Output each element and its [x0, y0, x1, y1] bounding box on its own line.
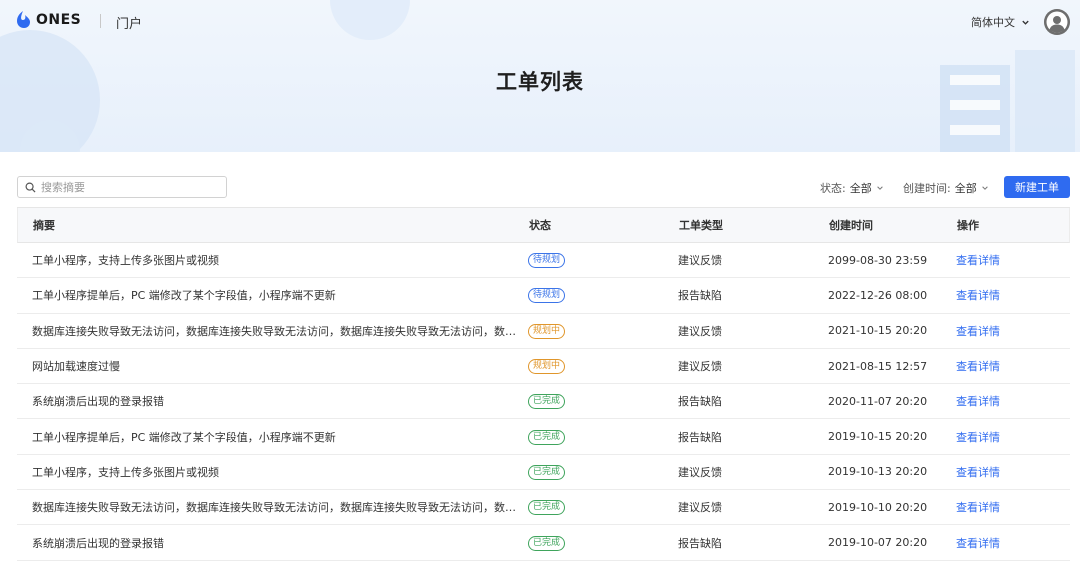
ticket-summary[interactable]: 工单小程序提单后，PC 端修改了某个字段值，小程序端不更新 — [32, 287, 517, 303]
table-body: 工单小程序，支持上传多张图片或视频 待规划 建议反馈 2099-08-30 23:59… — [17, 243, 1070, 561]
ticket-summary[interactable]: 数据库连接失败导致无法访问，数据库连接失败导致无法访问，数据库连接失败导致无法访… — [32, 323, 517, 339]
table-row[interactable]: 工单小程序提单后，PC 端修改了某个字段值，小程序端不更新 已完成 报告缺陷 2019… — [17, 419, 1070, 455]
ticket-type: 建议反馈 — [678, 324, 722, 338]
view-details-link[interactable]: 查看详情 — [956, 252, 1000, 268]
status-filter-value: 全部 — [849, 182, 872, 195]
created-time-filter-value: 全部 — [954, 182, 977, 195]
search-icon — [25, 182, 36, 193]
created-time: 2021-10-15 20:20 — [828, 324, 928, 338]
status-badge: 已完成 — [528, 394, 566, 410]
view-details-link[interactable]: 查看详情 — [956, 393, 1000, 409]
status-cell: 已完成 — [528, 464, 566, 480]
table-row[interactable]: 系统崩溃后出现的登录报错 已完成 报告缺陷 2020-11-07 20:20 查看详情 — [17, 384, 1070, 420]
status-cell: 已完成 — [528, 499, 566, 516]
table-row[interactable]: 网站加载速度过慢 规划中 建议反馈 2021-08-15 12:57 查看详情 — [17, 349, 1070, 385]
ones-logo-icon — [17, 11, 30, 28]
view-details-link[interactable]: 查看详情 — [956, 323, 1000, 339]
status-filter-label: 状态: — [820, 182, 846, 195]
divider — [100, 14, 101, 28]
language-selector[interactable]: 简体中文 — [971, 14, 1030, 30]
avatar[interactable] — [1044, 9, 1070, 35]
created-time: 2021-08-15 12:57 — [828, 359, 928, 373]
view-details-link[interactable]: 查看详情 — [956, 429, 1000, 445]
brand-logo[interactable]: ONES — [16, 11, 81, 29]
status-cell: 已完成 — [528, 535, 566, 551]
chevron-down-icon — [876, 186, 883, 190]
status-badge: 已完成 — [528, 464, 566, 480]
created-time: 2019-10-13 20:20 — [828, 465, 928, 479]
view-details-link[interactable]: 查看详情 — [956, 287, 1000, 303]
search-box[interactable] — [17, 176, 227, 198]
status-badge: 已完成 — [528, 500, 566, 516]
created-time-filter-label: 创建时间: — [903, 182, 951, 195]
column-header-status: 状态 — [529, 219, 551, 232]
table-row[interactable]: 工单小程序提单后，PC 端修改了某个字段值，小程序端不更新 待规划 报告缺陷 2022… — [17, 278, 1070, 314]
table-row[interactable]: 工单小程序，支持上传多张图片或视频 待规划 建议反馈 2099-08-30 23:59… — [17, 243, 1070, 279]
status-badge: 规划中 — [528, 359, 566, 375]
new-ticket-button[interactable]: 新建工单 — [1004, 176, 1070, 198]
view-details-link[interactable]: 查看详情 — [956, 358, 1000, 374]
ticket-type: 建议反馈 — [678, 465, 722, 479]
language-label: 简体中文 — [971, 16, 1015, 29]
ticket-type: 报告缺陷 — [678, 430, 722, 444]
status-badge: 规划中 — [528, 323, 566, 339]
status-cell: 规划中 — [528, 323, 566, 339]
created-time: 2019-10-07 20:20 — [828, 536, 928, 550]
ticket-summary[interactable]: 工单小程序提单后，PC 端修改了某个字段值，小程序端不更新 — [32, 429, 517, 445]
status-cell: 待规划 — [528, 287, 566, 304]
view-details-link[interactable]: 查看详情 — [956, 464, 1000, 480]
ticket-summary[interactable]: 工单小程序，支持上传多张图片或视频 — [32, 252, 517, 268]
created-time: 2019-10-15 20:20 — [828, 430, 928, 444]
chevron-down-icon — [981, 186, 988, 190]
table-row[interactable]: 工单小程序，支持上传多张图片或视频 已完成 建议反馈 2019-10-13 20:20… — [17, 455, 1070, 491]
status-cell: 已完成 — [528, 429, 566, 445]
user-avatar-icon — [1044, 9, 1070, 35]
created-time: 2019-10-10 20:20 — [828, 500, 928, 514]
ticket-table: 摘要 状态 工单类型 创建时间 操作 工单小程序，支持上传多张图片或视频 待规划建… — [17, 207, 1070, 561]
status-cell: 已完成 — [528, 393, 566, 410]
ticket-summary[interactable]: 系统崩溃后出现的登录报错 — [32, 535, 517, 551]
page-title: 工单列表 — [496, 70, 584, 94]
status-cell: 待规划 — [528, 252, 566, 269]
ticket-summary[interactable]: 网站加载速度过慢 — [32, 358, 517, 374]
ticket-summary[interactable]: 系统崩溃后出现的登录报错 — [32, 393, 517, 409]
column-header-created: 创建时间 — [829, 219, 873, 232]
ticket-type: 报告缺陷 — [678, 395, 722, 409]
chevron-down-icon — [1022, 20, 1029, 25]
ticket-summary[interactable]: 工单小程序，支持上传多张图片或视频 — [32, 464, 517, 480]
status-badge: 已完成 — [528, 429, 566, 445]
table-row[interactable]: 数据库连接失败导致无法访问，数据库连接失败导致无法访问，数据库连接失败导致无法访… — [17, 490, 1070, 526]
brand-name: ONES — [36, 12, 82, 28]
decor-building — [920, 40, 1080, 152]
table-header: 摘要 状态 工单类型 创建时间 操作 — [17, 208, 1070, 243]
ticket-summary[interactable]: 数据库连接失败导致无法访问，数据库连接失败导致无法访问，数据库连接失败导致无法访… — [32, 499, 517, 515]
column-header-type: 工单类型 — [679, 219, 723, 232]
table-row[interactable]: 系统崩溃后出现的登录报错 已完成 报告缺陷 2019-10-07 20:20 查看详情 — [17, 525, 1070, 561]
status-cell: 规划中 — [528, 358, 566, 375]
created-time-filter[interactable]: 创建时间: 全部 — [903, 180, 989, 196]
ticket-type: 建议反馈 — [678, 501, 722, 515]
created-time: 2022-12-26 08:00 — [828, 288, 928, 302]
column-header-summary: 摘要 — [33, 219, 55, 232]
status-badge: 待规划 — [528, 288, 566, 304]
status-badge: 待规划 — [528, 253, 566, 269]
top-bar: ONES 门户 简体中文 — [0, 0, 1080, 42]
column-header-action: 操作 — [957, 219, 979, 232]
table-row[interactable]: 数据库连接失败导致无法访问，数据库连接失败导致无法访问，数据库连接失败导致无法访… — [17, 314, 1070, 349]
status-filter[interactable]: 状态: 全部 — [820, 180, 884, 196]
portal-label: 门户 — [116, 17, 143, 32]
ticket-type: 报告缺陷 — [678, 536, 722, 550]
ticket-type: 建议反馈 — [678, 254, 722, 268]
view-details-link[interactable]: 查看详情 — [956, 535, 1000, 551]
created-time: 2020-11-07 20:20 — [828, 394, 928, 408]
created-time: 2099-08-30 23:59 — [828, 253, 928, 267]
search-input[interactable] — [41, 180, 221, 194]
status-badge: 已完成 — [528, 535, 566, 551]
ticket-type: 建议反馈 — [678, 360, 722, 374]
ticket-type: 报告缺陷 — [678, 289, 722, 303]
view-details-link[interactable]: 查看详情 — [956, 499, 1000, 515]
